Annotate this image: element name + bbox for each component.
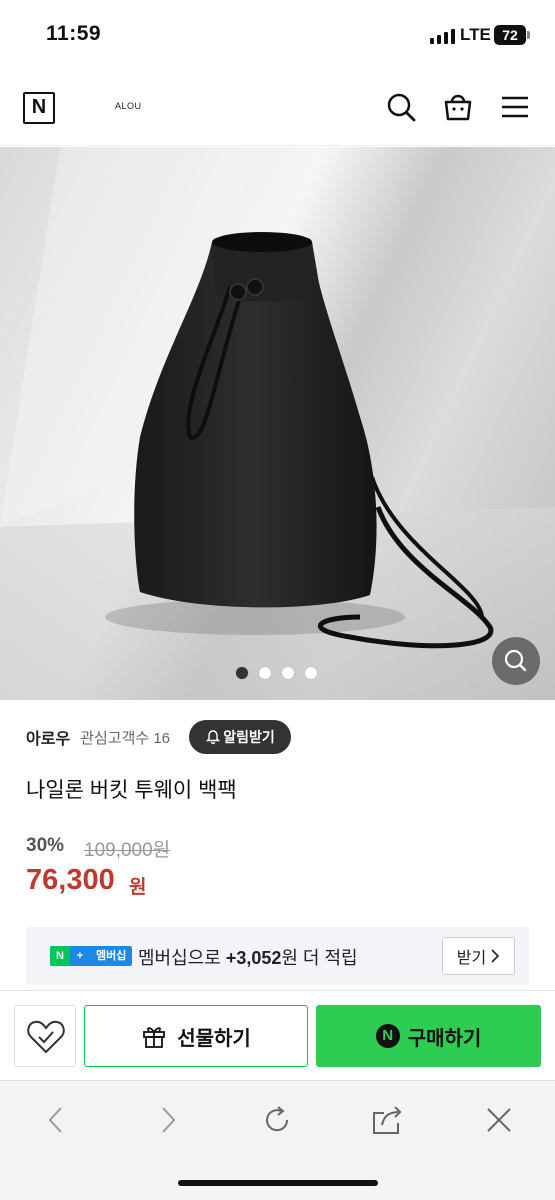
buy-button[interactable]: N 구매하기 bbox=[316, 1005, 541, 1067]
store-header: N ALOU bbox=[0, 70, 555, 146]
network-type: LTE bbox=[460, 25, 491, 44]
naver-pay-icon: N bbox=[375, 1024, 400, 1048]
refresh-icon[interactable] bbox=[260, 1103, 294, 1137]
wish-button[interactable] bbox=[14, 1005, 76, 1067]
search-icon[interactable] bbox=[384, 90, 418, 124]
badge-label: 멤버십 bbox=[90, 946, 133, 966]
membership-text: 멤버십으로 +3,052원 더 적립 bbox=[138, 944, 358, 970]
gallery-dot[interactable] bbox=[305, 667, 317, 679]
membership-suffix: 원 더 적립 bbox=[281, 948, 358, 968]
buy-label: 구매하기 bbox=[407, 1027, 482, 1050]
naver-logo[interactable]: N bbox=[23, 92, 55, 124]
gallery-dot[interactable] bbox=[282, 667, 294, 679]
original-price: 109,000원 bbox=[84, 840, 171, 861]
zoom-button[interactable] bbox=[492, 637, 540, 685]
close-icon[interactable] bbox=[482, 1103, 516, 1137]
notify-button[interactable]: 알림받기 bbox=[189, 720, 291, 754]
badge-n: N bbox=[50, 946, 70, 966]
zoom-icon bbox=[504, 649, 527, 672]
wish-heart-icon bbox=[27, 1020, 65, 1054]
chevron-right-icon bbox=[491, 949, 500, 963]
store-info: 아로우 관심고객수 16 알림받기 bbox=[26, 720, 291, 754]
membership-prefix: 멤버십으로 bbox=[138, 948, 226, 968]
receive-label: 받기 bbox=[456, 950, 487, 967]
badge-plus: + bbox=[70, 946, 90, 966]
menu-icon[interactable] bbox=[498, 90, 532, 124]
store-name[interactable]: 아로우 bbox=[26, 725, 70, 749]
membership-points: +3,052 bbox=[225, 948, 282, 968]
forward-icon[interactable] bbox=[150, 1103, 184, 1137]
status-time: 11:59 bbox=[46, 22, 102, 45]
naver-plus-badge: N + 멤버십 bbox=[50, 946, 133, 966]
purchase-bar: 선물하기 N 구매하기 bbox=[0, 990, 555, 1080]
shopping-bag-icon[interactable] bbox=[441, 90, 475, 124]
gift-icon bbox=[143, 1027, 166, 1048]
battery-tip bbox=[527, 31, 530, 39]
followers-count: 관심고객수 16 bbox=[80, 729, 171, 747]
gallery-indicator bbox=[236, 667, 317, 679]
receive-button[interactable]: 받기 bbox=[442, 937, 515, 975]
product-image[interactable] bbox=[0, 147, 555, 700]
back-icon[interactable] bbox=[40, 1103, 74, 1137]
gallery-dot[interactable] bbox=[259, 667, 271, 679]
bucket-backpack-photo bbox=[0, 147, 555, 700]
membership-banner: N + 멤버십 멤버십으로 +3,052원 더 적립 받기 bbox=[26, 927, 529, 985]
brand-name[interactable]: ALOU bbox=[115, 101, 142, 111]
bell-icon bbox=[206, 730, 221, 745]
price-unit: 원 bbox=[129, 877, 147, 898]
discount-rate: 30% bbox=[26, 835, 65, 856]
sale-price: 76,300 bbox=[26, 864, 115, 896]
product-title: 나일론 버킷 투웨이 백팩 bbox=[26, 779, 237, 802]
notify-label: 알림받기 bbox=[223, 729, 275, 745]
share-icon[interactable] bbox=[370, 1103, 404, 1137]
battery-icon: 72 bbox=[494, 25, 526, 45]
gift-label: 선물하기 bbox=[177, 1027, 251, 1050]
signal-icon bbox=[430, 28, 455, 44]
home-indicator bbox=[178, 1180, 378, 1186]
gift-button[interactable]: 선물하기 bbox=[84, 1005, 308, 1067]
status-bar: 11:59 LTE 72 bbox=[0, 0, 555, 70]
gallery-dot[interactable] bbox=[236, 667, 248, 679]
